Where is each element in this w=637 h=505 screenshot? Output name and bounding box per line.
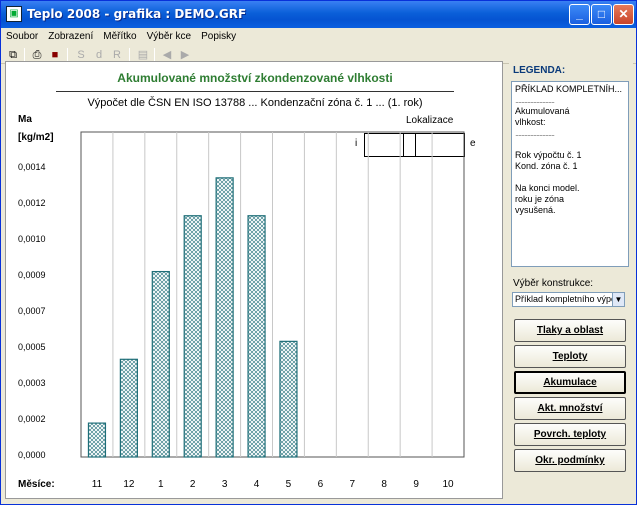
okr-podminky-button[interactable]: Okr. podmínky xyxy=(514,449,626,472)
y-tick-label: 0,0007 xyxy=(18,306,46,316)
x-tick-label: 11 xyxy=(92,479,103,490)
legend-line: Akumulovaná xyxy=(515,106,570,116)
bar xyxy=(183,215,202,458)
x-tick-label: 6 xyxy=(318,479,324,490)
legend-line: PŘÍKLAD KOMPLETNÍH... xyxy=(515,84,623,94)
y-tick-label: 0,0005 xyxy=(18,342,46,352)
y-tick-label: 0,0003 xyxy=(18,378,46,388)
bar xyxy=(215,177,234,458)
legend-line: vlhkost: xyxy=(515,117,546,127)
toolbar-separator xyxy=(24,48,25,62)
akumulace-button[interactable]: Akumulace xyxy=(514,371,626,394)
app-icon: ▣ xyxy=(6,6,22,22)
legend-box: PŘÍKLAD KOMPLETNÍH......................… xyxy=(511,81,629,267)
legend-line: roku je zóna xyxy=(515,194,565,204)
povrch-teploty-button[interactable]: Povrch. teploty xyxy=(514,423,626,446)
bar xyxy=(87,422,107,458)
x-tick-label: 9 xyxy=(413,479,419,490)
menu-soubor[interactable]: Soubor xyxy=(1,28,43,42)
x-tick-label: 5 xyxy=(286,479,292,490)
chart-panel: Akumulované množství zkondenzované vlhko… xyxy=(5,61,503,499)
legend-line: Kond. zóna č. 1 xyxy=(515,161,578,171)
y-tick-label: 0,0010 xyxy=(18,234,46,244)
bar xyxy=(247,215,266,458)
legend-line xyxy=(515,139,625,150)
menu-zobrazeni[interactable]: Zobrazení xyxy=(43,28,98,42)
tlaky-button[interactable]: Tlaky a oblast xyxy=(514,319,626,342)
legend-line: Rok výpočtu č. 1 xyxy=(515,150,582,160)
y-tick-label: 0,0009 xyxy=(18,270,46,280)
bar xyxy=(151,270,170,458)
y-tick-label: 0,0000 xyxy=(18,450,46,460)
toolbar-separator xyxy=(67,48,68,62)
legend-line: Na konci model. xyxy=(515,183,580,193)
main-window: ▣ Teplo 2008 - grafika : DEMO.GRF _ □ ✕ … xyxy=(0,0,637,505)
close-button[interactable]: ✕ xyxy=(613,4,634,25)
menu-bar: Soubor Zobrazení Měřítko Výběr kce Popisky xyxy=(1,28,636,46)
bar-chart: 0,0014 0,0012 0,0010 0,0009 0,0007 0,0005 0,00… xyxy=(18,131,465,490)
toolbar-separator xyxy=(129,48,130,62)
construction-select-value: Příklad kompletního výpoč xyxy=(515,294,621,304)
menu-popisky[interactable]: Popisky xyxy=(196,28,241,42)
construction-select[interactable]: Příklad kompletního výpoč ▼ xyxy=(512,292,625,307)
title-bar[interactable]: ▣ Teplo 2008 - grafika : DEMO.GRF _ □ ✕ xyxy=(1,1,636,28)
akt-mnozstvi-button[interactable]: Akt. množství xyxy=(514,397,626,420)
x-tick-label: 3 xyxy=(222,479,228,490)
y-tick-label: 0,0002 xyxy=(18,414,46,424)
x-tick-label: 12 xyxy=(123,479,135,490)
legend-line: .......................... xyxy=(515,95,555,105)
minimize-button[interactable]: _ xyxy=(569,4,590,25)
legend-line: vysušená. xyxy=(515,205,556,215)
y-tick-label: 0,0014 xyxy=(18,162,46,172)
x-tick-label: 10 xyxy=(442,479,454,490)
construction-select-label: Výběr konstrukce: xyxy=(513,278,594,289)
side-panel: LEGENDA: PŘÍKLAD KOMPLETNÍH.............… xyxy=(509,61,633,499)
maximize-button[interactable]: □ xyxy=(591,4,612,25)
legend-header: LEGENDA: xyxy=(513,65,566,76)
x-tick-label: 4 xyxy=(254,479,260,490)
x-tick-label: 2 xyxy=(190,479,196,490)
bar xyxy=(279,340,298,458)
menu-meritko[interactable]: Měřítko xyxy=(98,28,141,42)
x-tick-label: 7 xyxy=(350,479,356,490)
y-tick-label: 0,0012 xyxy=(18,198,46,208)
x-tick-label: 8 xyxy=(381,479,387,490)
x-tick-label: 1 xyxy=(158,479,164,490)
bar xyxy=(119,358,138,458)
legend-line: .......................... xyxy=(515,128,555,138)
legend-line xyxy=(515,172,625,183)
menu-vyber-kce[interactable]: Výběr kce xyxy=(142,28,196,42)
window-title: Teplo 2008 - grafika : DEMO.GRF xyxy=(27,7,247,21)
chevron-down-icon[interactable]: ▼ xyxy=(612,293,624,306)
teploty-button[interactable]: Teploty xyxy=(514,345,626,368)
toolbar-separator xyxy=(154,48,155,62)
